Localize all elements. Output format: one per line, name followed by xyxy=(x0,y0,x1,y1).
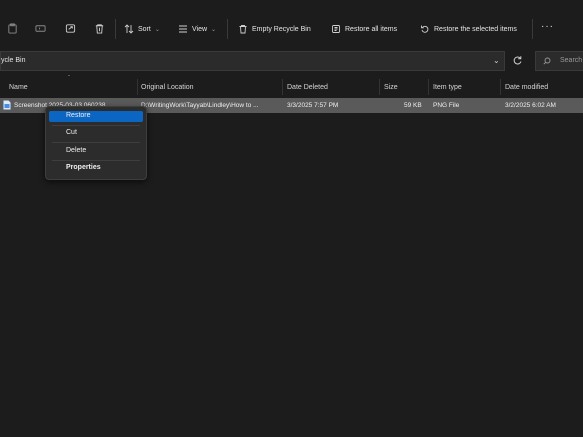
date-deleted: 3/3/2025 7:57 PM xyxy=(287,102,339,109)
item-type: PNG File xyxy=(433,102,460,109)
command-bar: Sort ⌄ View ⌄ Empty Recycle Bin Restore … xyxy=(0,0,583,48)
view-button[interactable]: View ⌄ xyxy=(178,21,216,37)
chevron-down-icon: ⌄ xyxy=(211,26,217,33)
empty-recycle-bin-label: Empty Recycle Bin xyxy=(252,25,311,33)
restore-selected-button[interactable]: Restore the selected items xyxy=(420,21,517,37)
recycle-bin-icon xyxy=(239,25,247,34)
search-icon xyxy=(543,57,551,65)
share-icon[interactable] xyxy=(64,22,76,34)
sort-icon xyxy=(124,24,134,34)
column-header-item-type[interactable]: Item type xyxy=(433,84,462,91)
restore-all-label: Restore all items xyxy=(345,25,398,33)
column-divider[interactable] xyxy=(137,79,138,95)
empty-recycle-bin-button[interactable]: Empty Recycle Bin xyxy=(238,21,311,37)
restore-selected-label: Restore the selected items xyxy=(434,25,517,33)
restore-icon xyxy=(421,25,429,33)
menu-item-delete[interactable]: Delete xyxy=(49,146,143,157)
menu-divider xyxy=(52,142,140,143)
column-divider[interactable] xyxy=(500,79,501,95)
menu-item-restore-label: Restore xyxy=(66,112,91,119)
toolbar-separator xyxy=(227,19,228,39)
menu-item-cut-label: Cut xyxy=(66,129,77,136)
menu-item-properties[interactable]: Properties xyxy=(49,163,143,174)
context-menu: Restore Cut Delete Properties xyxy=(45,106,147,180)
column-divider[interactable] xyxy=(428,79,429,95)
address-row: ycle Bin ⌄ Search xyxy=(0,51,583,73)
menu-item-restore[interactable]: Restore xyxy=(49,111,143,122)
search-box[interactable]: Search xyxy=(535,51,583,71)
file-size: 59 KB xyxy=(404,102,422,109)
sort-button[interactable]: Sort ⌄ xyxy=(124,21,160,37)
sort-label: Sort xyxy=(138,25,151,33)
delete-icon[interactable] xyxy=(93,22,105,34)
column-header-date-modified[interactable]: Date modified xyxy=(505,84,548,91)
menu-item-delete-label: Delete xyxy=(66,147,87,154)
column-divider[interactable] xyxy=(379,79,380,95)
menu-divider xyxy=(52,160,140,161)
rename-icon[interactable] xyxy=(34,22,46,34)
address-bar[interactable]: ycle Bin ⌄ xyxy=(0,51,505,71)
sort-ascending-icon: ˆ xyxy=(68,76,70,82)
address-path: ycle Bin xyxy=(1,57,26,64)
more-options-button[interactable]: ··· xyxy=(541,21,554,32)
image-file-icon xyxy=(3,100,11,110)
restore-all-icon xyxy=(332,25,340,33)
original-location: D:\WritingWork\Tayyab\Lindley\How to ... xyxy=(141,102,259,109)
column-header-row: ˆ Name Original Location Date Deleted Si… xyxy=(0,76,583,97)
search-placeholder: Search xyxy=(560,57,583,64)
restore-all-button[interactable]: Restore all items xyxy=(331,21,397,37)
view-label: View xyxy=(192,25,208,33)
column-header-name[interactable]: Name xyxy=(9,84,28,91)
date-modified: 3/2/2025 6:02 AM xyxy=(505,102,556,109)
paste-icon[interactable] xyxy=(6,22,18,34)
column-header-date-deleted[interactable]: Date Deleted xyxy=(287,84,328,91)
column-divider[interactable] xyxy=(282,79,283,95)
column-header-size[interactable]: Size xyxy=(384,84,398,91)
chevron-down-icon[interactable]: ⌄ xyxy=(493,56,500,65)
toolbar-separator xyxy=(115,19,116,39)
column-header-original-location[interactable]: Original Location xyxy=(141,84,194,91)
toolbar-separator xyxy=(532,19,533,39)
chevron-down-icon: ⌄ xyxy=(154,26,160,33)
refresh-icon[interactable] xyxy=(512,55,523,66)
menu-item-properties-label: Properties xyxy=(66,164,101,171)
view-icon xyxy=(179,25,187,33)
menu-divider xyxy=(52,125,140,126)
menu-item-cut[interactable]: Cut xyxy=(49,128,143,139)
